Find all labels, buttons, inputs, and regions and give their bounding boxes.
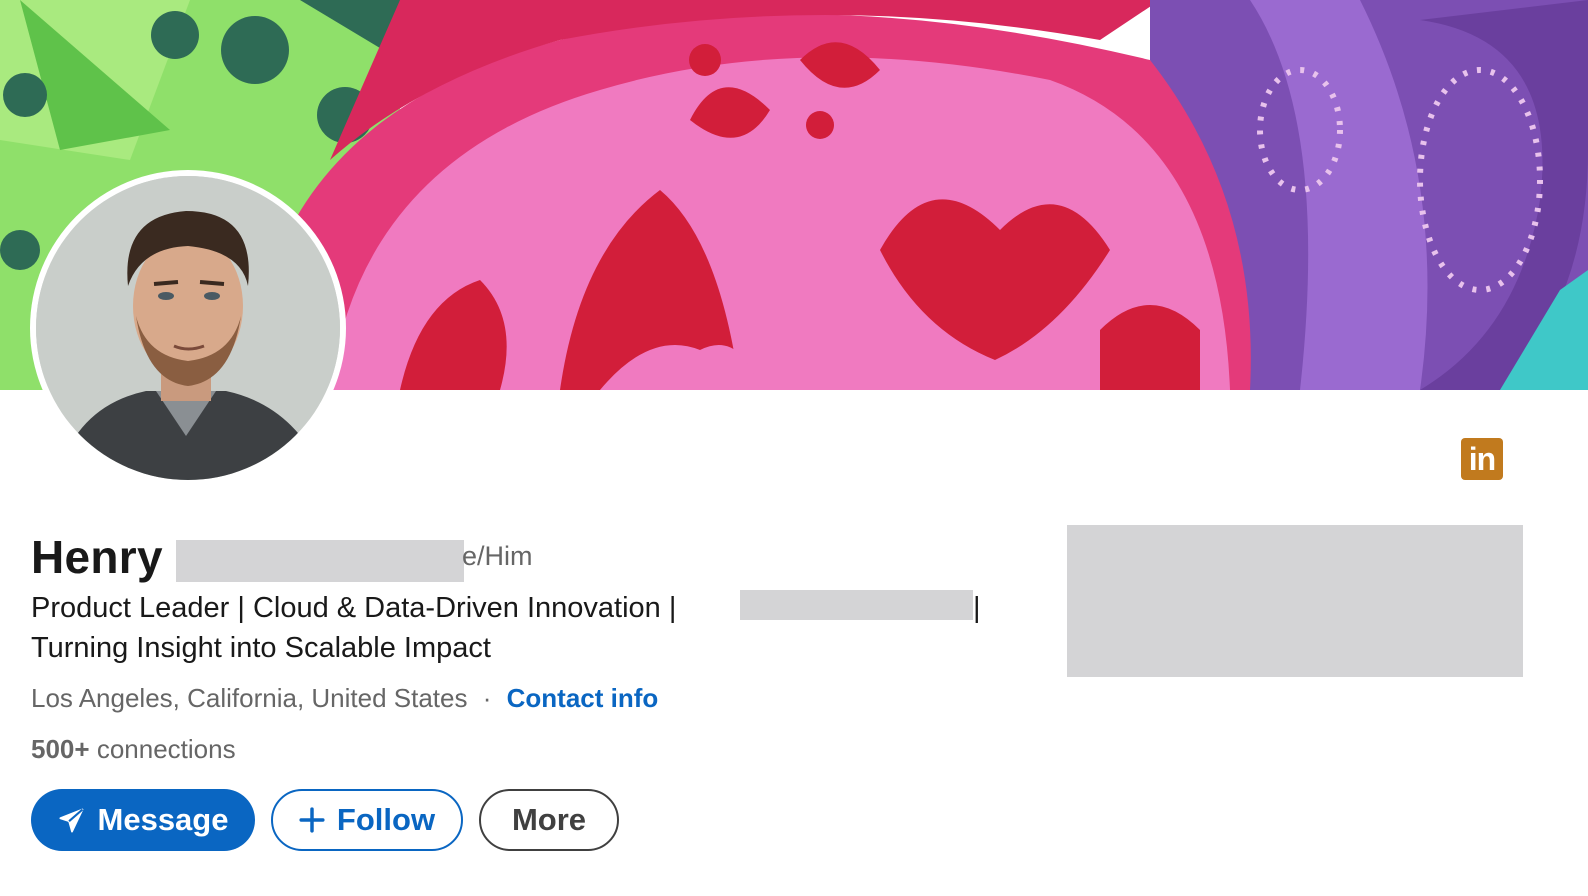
connections-number: 500+ [31, 734, 90, 764]
profile-name: Henry [31, 531, 163, 583]
redacted-last-name [176, 540, 464, 582]
plus-icon [299, 807, 325, 833]
redacted-headline-segment [740, 590, 973, 620]
name-row: Henry [31, 530, 163, 590]
location-separator: · [482, 683, 492, 713]
linkedin-logo-icon[interactable]: in [1461, 438, 1503, 480]
more-button[interactable]: More [479, 789, 619, 851]
paper-plane-icon [58, 806, 86, 834]
headline-separator: | [973, 592, 981, 624]
profile-actions: Message Follow More [31, 789, 619, 851]
pronouns: e/Him [462, 541, 533, 571]
connections-label: connections [96, 734, 236, 764]
location-row: Los Angeles, California, United States ·… [31, 683, 658, 714]
follow-button-label: Follow [336, 802, 436, 837]
profile-photo[interactable] [30, 170, 346, 486]
message-button-label: Message [97, 802, 229, 837]
avatar-image [36, 176, 340, 480]
location-text: Los Angeles, California, United States [31, 683, 468, 713]
redacted-side-panel [1067, 525, 1523, 677]
headline-line-2: Turning Insight into Scalable Impact [31, 632, 491, 664]
message-button[interactable]: Message [31, 789, 255, 851]
contact-info-link[interactable]: Contact info [507, 683, 659, 713]
follow-button[interactable]: Follow [271, 789, 463, 851]
more-button-label: More [511, 802, 587, 837]
connections-count[interactable]: 500+ connections [31, 734, 236, 765]
